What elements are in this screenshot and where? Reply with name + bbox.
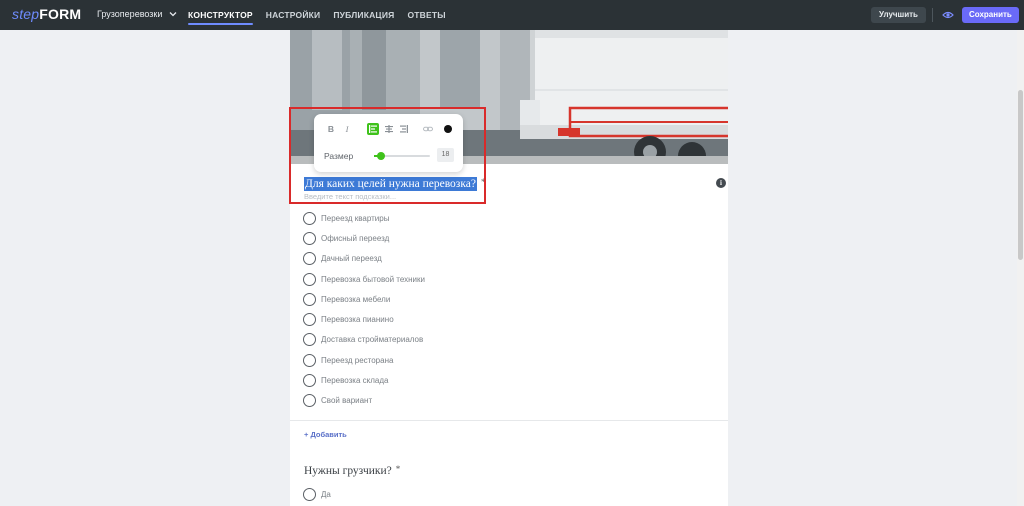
option-label[interactable]: Переезд квартиры	[321, 214, 389, 223]
link-icon	[423, 126, 433, 132]
main-nav: КОНСТРУКТОР НАСТРОЙКИ ПУБЛИКАЦИЯ ОТВЕТЫ	[188, 0, 446, 30]
logo[interactable]: stepFORM	[12, 6, 81, 22]
list-item[interactable]: Перевозка бытовой техники	[303, 269, 425, 289]
list-item[interactable]: Дачный переезд	[303, 249, 425, 269]
format-buttons-row: B I	[314, 123, 463, 137]
project-name: Грузоперевозки	[97, 9, 163, 19]
hint-input[interactable]: Введите текст подсказки...	[304, 192, 396, 201]
align-right-button[interactable]	[398, 123, 410, 135]
list-item[interactable]: Перевозка мебели	[303, 289, 425, 309]
radio-button[interactable]	[303, 211, 316, 225]
link-button[interactable]	[422, 123, 434, 135]
radio-button[interactable]	[303, 231, 316, 245]
radio-button[interactable]	[303, 292, 316, 306]
save-button[interactable]: Сохранить	[962, 7, 1019, 23]
option-label[interactable]: Перевозка склада	[321, 376, 388, 385]
option-label[interactable]: Перевозка пианино	[321, 315, 394, 324]
add-option-button[interactable]: + Добавить	[304, 430, 347, 439]
option-label[interactable]: Да	[321, 490, 331, 499]
question-2-text[interactable]: Нужны грузчики?	[304, 465, 392, 477]
radio-button[interactable]	[303, 353, 316, 367]
selected-text[interactable]: Для каких целей нужна перевозка?	[304, 177, 477, 191]
question-title[interactable]: Для каких целей нужна перевозка? *	[304, 177, 486, 191]
tab-settings[interactable]: НАСТРОЙКИ	[266, 0, 321, 30]
tab-publication[interactable]: ПУБЛИКАЦИЯ	[333, 0, 394, 30]
radio-button[interactable]	[303, 487, 316, 501]
option-label[interactable]: Переезд ресторана	[321, 356, 393, 365]
align-left-button[interactable]	[367, 123, 379, 135]
option-label[interactable]: Дачный переезд	[321, 254, 382, 263]
list-item[interactable]: Доставка стройматериалов	[303, 330, 425, 350]
radio-button[interactable]	[303, 252, 316, 266]
top-bar: stepFORM Грузоперевозки КОНСТРУКТОР НАСТ…	[0, 0, 1024, 30]
option-label[interactable]: Офисный переезд	[321, 234, 389, 243]
header-divider	[932, 8, 933, 22]
improve-button[interactable]: Улучшить	[871, 7, 926, 23]
bold-button[interactable]: B	[325, 123, 337, 135]
eye-icon[interactable]	[942, 9, 954, 21]
list-item[interactable]: Свой вариант	[303, 391, 425, 411]
list-item[interactable]: Офисный переезд	[303, 228, 425, 248]
size-slider-thumb[interactable]	[376, 152, 385, 160]
list-item[interactable]: Перевозка пианино	[303, 309, 425, 329]
project-selector[interactable]: Грузоперевозки	[97, 9, 178, 19]
list-item[interactable]: Переезд ресторана	[303, 350, 425, 370]
size-value-input[interactable]: 18	[437, 148, 454, 162]
align-center-button[interactable]	[383, 123, 395, 135]
text-color-picker[interactable]	[444, 125, 452, 133]
options-list: Переезд квартиры Офисный переезд Дачный …	[303, 208, 425, 411]
italic-button[interactable]: I	[341, 123, 353, 135]
list-item[interactable]: Переезд квартиры	[303, 208, 425, 228]
scrollbar[interactable]	[1017, 30, 1024, 506]
radio-button[interactable]	[303, 333, 316, 347]
text-format-toolbar: B I Размер 18	[314, 114, 463, 172]
list-item[interactable]: Перевозка склада	[303, 370, 425, 390]
required-mark: *	[480, 177, 486, 187]
section-divider	[290, 420, 728, 421]
align-center-icon	[385, 125, 393, 133]
radio-button[interactable]	[303, 374, 316, 388]
size-label: Размер	[324, 151, 354, 161]
option-label[interactable]: Свой вариант	[321, 396, 372, 405]
tab-answers[interactable]: ОТВЕТЫ	[407, 0, 445, 30]
align-right-icon	[400, 125, 408, 133]
scrollbar-thumb[interactable]	[1018, 90, 1023, 260]
list-item[interactable]: Да	[303, 484, 331, 504]
options-list-2: Да	[303, 484, 331, 504]
question-title-2[interactable]: Нужны грузчики? *	[304, 464, 401, 477]
radio-button[interactable]	[303, 394, 316, 408]
chevron-down-icon	[169, 12, 177, 17]
radio-button[interactable]	[303, 313, 316, 327]
tab-constructor[interactable]: КОНСТРУКТОР	[188, 0, 253, 30]
option-label[interactable]: Доставка стройматериалов	[321, 335, 423, 344]
size-slider[interactable]	[374, 152, 430, 160]
option-label[interactable]: Перевозка бытовой техники	[321, 275, 425, 284]
form-card: Для каких целей нужна перевозка? * Введит…	[290, 30, 728, 506]
align-left-icon	[369, 125, 377, 133]
info-icon[interactable]: i	[716, 178, 726, 188]
radio-button[interactable]	[303, 272, 316, 286]
option-label[interactable]: Перевозка мебели	[321, 295, 390, 304]
required-mark: *	[395, 464, 401, 474]
